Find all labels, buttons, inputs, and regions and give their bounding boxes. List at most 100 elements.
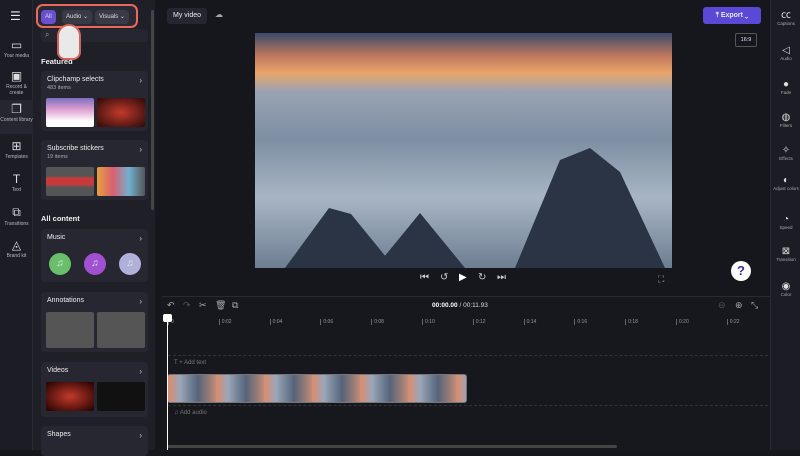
arrow-thumbnail[interactable] [46,312,94,348]
adjust-icon: ◐ [771,175,800,186]
properties-audio[interactable]: ◁Audio [771,45,800,61]
filter-visuals-label: Visuals [99,14,118,20]
total-time: / 00:11.93 [459,302,487,309]
video-thumbnail[interactable] [97,382,145,411]
video-thumbnail[interactable] [46,382,94,411]
timecode: 00:00.00 / 00:11.93 [432,302,488,309]
ruler-tick: 0:18 [625,319,638,325]
properties-speed[interactable]: ◔Speed [771,214,800,230]
music-note-icon[interactable]: ♫ [119,253,141,275]
cut-icon[interactable]: ✂ [199,300,207,311]
ruler-tick: 0:16 [574,319,587,325]
card-title: Shapes [47,431,71,438]
nav-text[interactable]: TText [0,172,33,193]
skip-back-icon[interactable]: ⏮ [420,272,429,283]
zoom-in-icon[interactable]: ⊕ [735,300,743,311]
current-time: 00:00.00 [432,302,458,309]
fullscreen-icon[interactable]: ⛶ [658,274,664,285]
properties-adjust-colors[interactable]: ◐Adjust colors [771,175,800,191]
nav-label: Effects [779,156,793,161]
redo-icon[interactable]: ↷ [183,300,191,311]
card-title: Videos [47,367,68,374]
duplicate-icon[interactable]: ⧉ [232,300,238,311]
all-content-heading: All content [41,214,80,223]
card-title: Annotations [47,297,84,304]
audio-track[interactable]: ♫ Add audio [168,405,768,419]
bell-thumbnail[interactable] [97,167,145,196]
panel-scrollbar[interactable] [151,10,154,210]
rewind-icon[interactable]: ↺ [440,272,448,283]
zoom-out-icon[interactable]: ⊖ [718,300,726,311]
category-music[interactable]: Music › ♫ ♫ ♫ [41,229,148,282]
burst-thumbnail[interactable] [97,98,145,127]
transitions-icon: ⧉ [0,205,33,220]
filter-audio[interactable]: Audio ⌄ [62,10,92,24]
properties-fade[interactable]: ●Fade [771,79,800,95]
chevron-right-icon: › [139,234,142,243]
stroke-thumbnail[interactable] [97,312,145,348]
video-clip[interactable] [167,374,467,403]
properties-color[interactable]: ◉Color [771,281,800,297]
properties-transition[interactable]: ⊠Transition [771,246,800,262]
project-title[interactable]: My video [167,8,207,24]
card-title: Clipchamp selects [47,76,104,83]
card-clipchamp-selects[interactable]: Clipchamp selects 483 items › [41,71,148,131]
timeline: ↶ ↷ ✂ 🗑 ⧉ 00:00.00 / 00:11.93 ⊖ ⊕ ⤡ 00:0… [162,296,770,450]
category-shapes[interactable]: Shapes › [41,426,148,456]
nav-transitions[interactable]: ⧉Transitions [0,205,33,227]
card-title: Subscribe stickers [47,145,104,152]
skip-forward-icon[interactable]: ⏭ [497,272,506,283]
category-videos[interactable]: Videos › [41,362,148,417]
help-button[interactable]: ? [731,261,751,281]
video-preview[interactable] [255,33,672,268]
subscribe-thumbnail[interactable] [46,167,94,196]
card-subscribe-stickers[interactable]: Subscribe stickers 19 items › [41,140,148,200]
category-annotations[interactable]: Annotations › [41,292,148,352]
fit-icon[interactable]: ⤡ [751,300,758,311]
nav-brand-kit[interactable]: ◬Brand kit [0,238,33,259]
time-ruler[interactable]: 00:020:040:060:080:100:120:140:160:180:2… [162,317,770,329]
card-count: 19 items [47,154,68,160]
left-nav: ☰ ▭Your media ▣Record & create ❐Content … [0,0,33,450]
forward-icon[interactable]: ↻ [478,272,486,283]
filter-all[interactable]: All [41,10,56,24]
nav-label: Captions [777,21,795,26]
properties-effects[interactable]: ✧Effects [771,145,800,161]
nav-record[interactable]: ▣Record & create [0,69,33,96]
nav-your-media[interactable]: ▭Your media [0,38,33,59]
ruler-tick: 0:04 [270,319,283,325]
top-bar: My video ☁ ⤒ Export ⌄ [155,0,770,30]
speed-icon: ◔ [771,214,800,225]
filter-visuals[interactable]: Visuals ⌄ [95,10,129,24]
ruler-tick: 0:14 [524,319,537,325]
add-text-label: + Add text [179,360,206,366]
aspect-ratio-button[interactable]: 16:9 [735,33,757,47]
playback-controls: ⏮ ↺ ▶ ↻ ⏭ [415,272,515,288]
export-label: Export [721,12,743,19]
delete-icon[interactable]: 🗑 [215,300,226,311]
search-icon: ⌕ [45,30,49,40]
properties-filters[interactable]: ◍Filters [771,112,800,128]
cloud-sync-icon: ☁ [215,10,223,19]
transition-icon: ⊠ [771,246,800,257]
speaker-icon: ◁ [771,45,800,56]
timeline-scrollbar[interactable] [167,445,617,448]
music-note-icon[interactable]: ♫ [49,253,71,275]
nav-content-library[interactable]: ❐Content library [0,100,33,134]
undo-icon[interactable]: ↶ [167,300,175,311]
properties-captions[interactable]: ㏄Captions [771,6,800,26]
music-note-icon[interactable]: ♫ [84,253,106,275]
rainbow-thumbnail[interactable] [46,98,94,127]
chevron-right-icon: › [139,367,142,376]
play-icon[interactable]: ▶ [459,272,467,283]
nav-label: Fade [781,90,791,95]
nav-templates[interactable]: ⊞Templates [0,139,33,160]
menu-icon[interactable]: ☰ [10,9,21,23]
nav-label: Color [781,292,792,297]
playhead[interactable] [167,316,168,450]
nav-label: Content library [0,117,33,123]
export-button[interactable]: ⤒ Export ⌄ [703,7,761,24]
nav-label: Audio [780,56,792,61]
text-track[interactable]: T + Add text [168,355,768,369]
ruler-tick: 0:20 [676,319,689,325]
